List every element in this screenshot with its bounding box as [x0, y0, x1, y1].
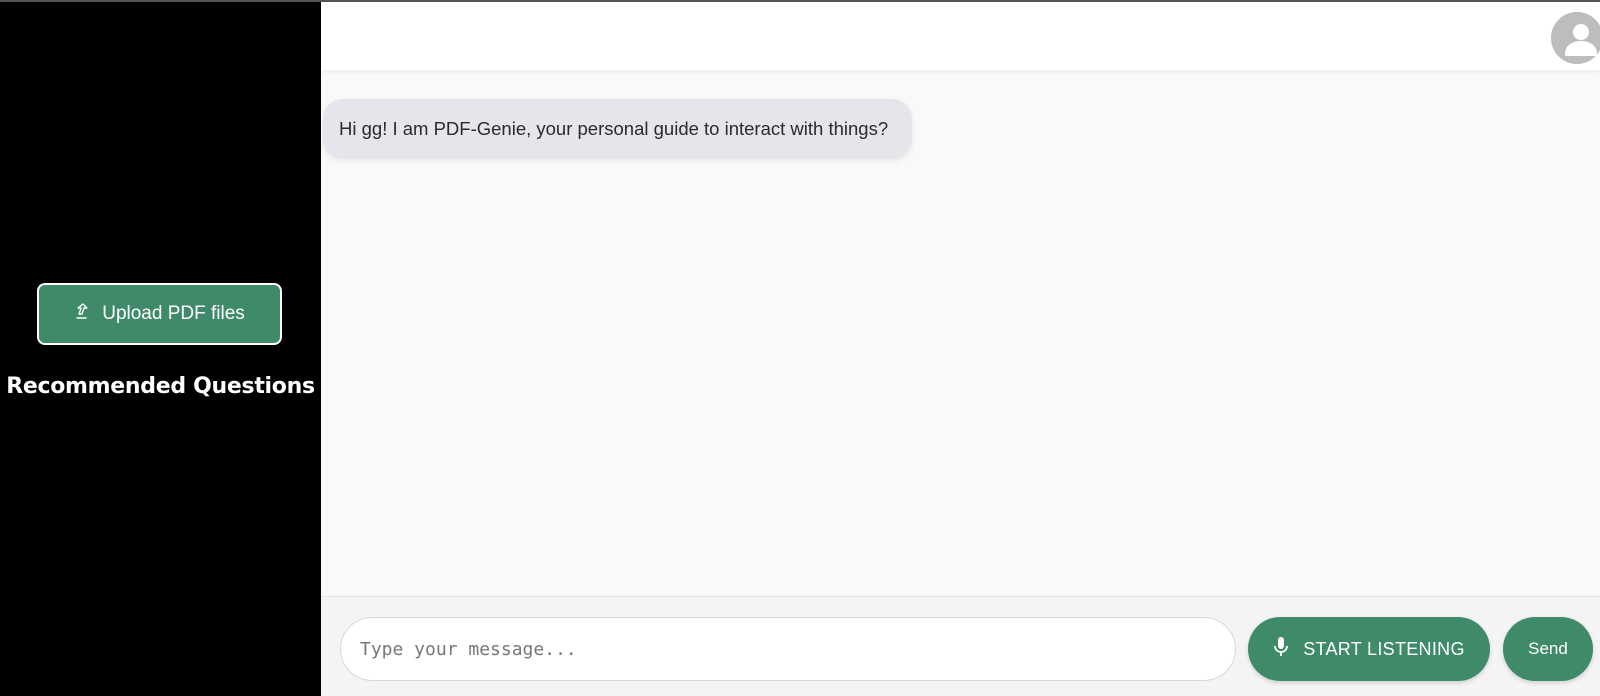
chat-main: Hi gg! I am PDF-Genie, your personal gui…: [321, 2, 1600, 696]
bot-message-text: Hi gg! I am PDF-Genie, your personal gui…: [339, 118, 889, 139]
start-listening-button[interactable]: START LISTENING: [1248, 617, 1490, 681]
user-avatar-icon[interactable]: [1551, 12, 1600, 64]
send-button[interactable]: Send: [1503, 617, 1593, 681]
upload-pdf-label: Upload PDF files: [102, 303, 245, 324]
recommended-questions-title: Recommended Questions: [6, 374, 315, 399]
bot-message-bubble: Hi gg! I am PDF-Genie, your personal gui…: [323, 99, 913, 159]
message-input[interactable]: [340, 617, 1236, 681]
start-listening-label: START LISTENING: [1303, 638, 1465, 659]
top-bar: [321, 2, 1600, 70]
message-composer: START LISTENING Send: [321, 596, 1600, 696]
upload-pdf-button[interactable]: Upload PDF files: [37, 283, 282, 345]
upload-icon: [74, 302, 90, 326]
microphone-icon: [1273, 636, 1289, 663]
sidebar: Upload PDF files Recommended Questions: [0, 2, 321, 696]
